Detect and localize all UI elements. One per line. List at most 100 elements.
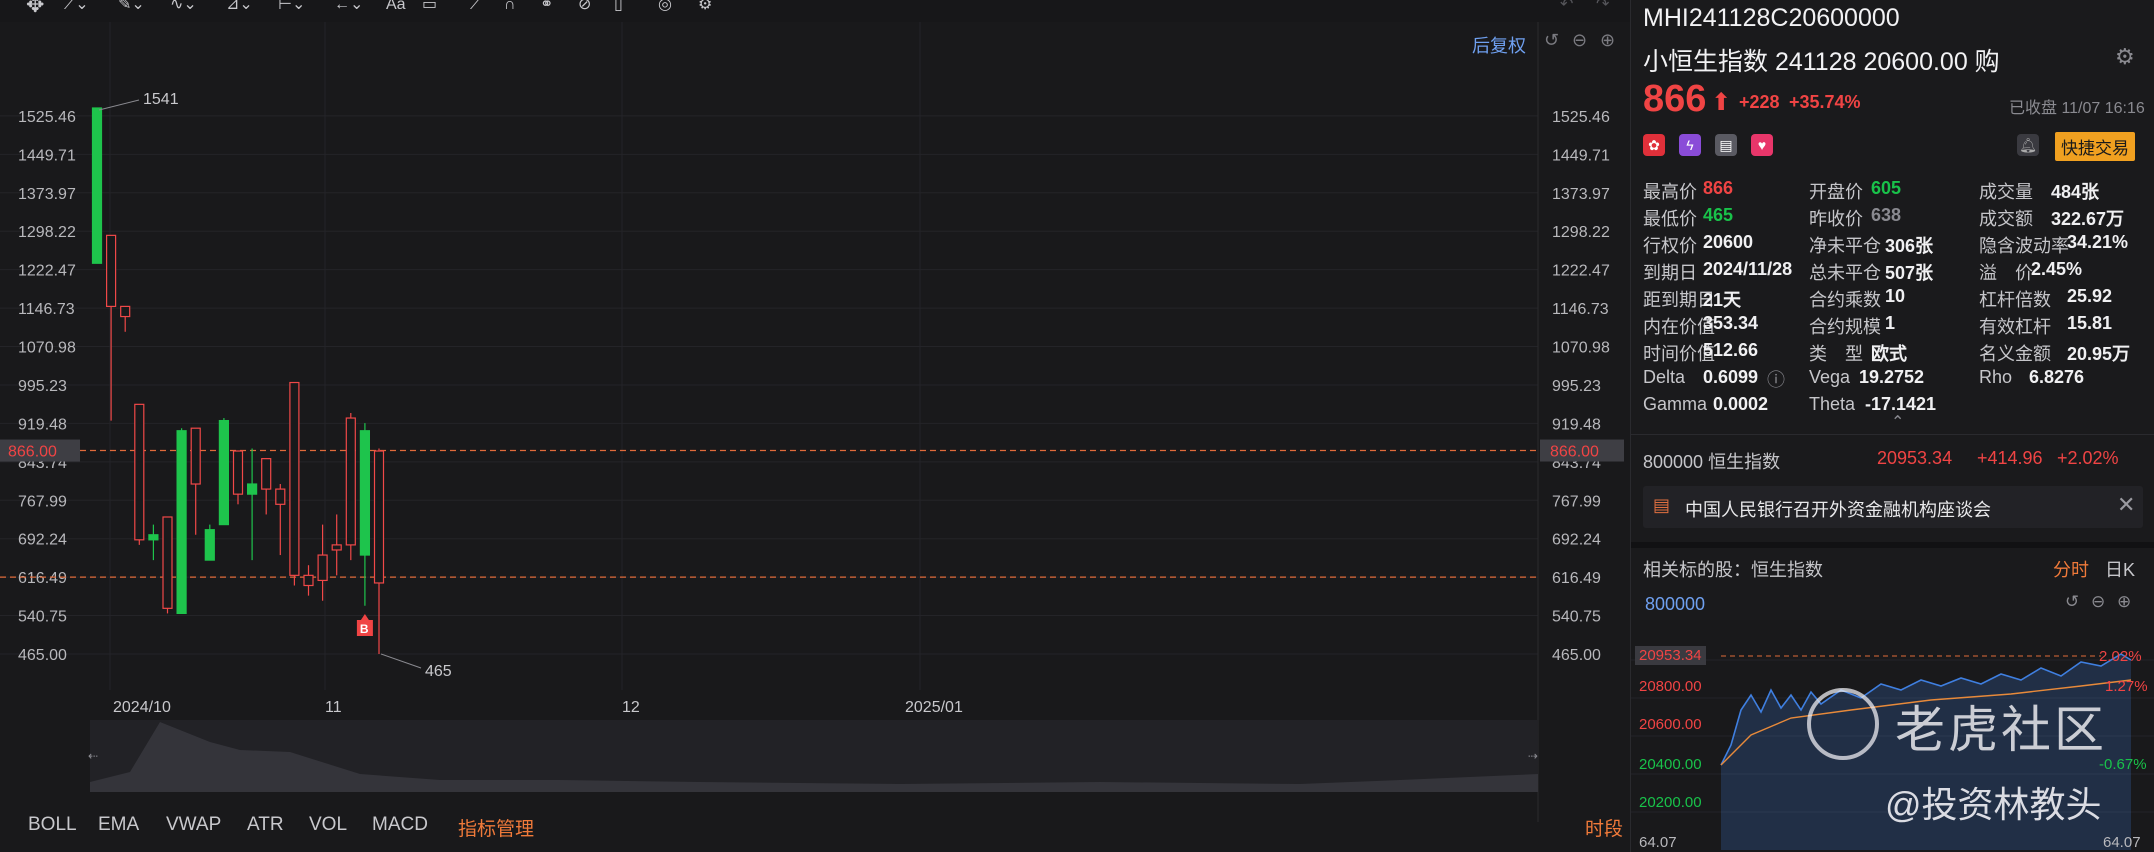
candle-body[interactable] [345, 417, 356, 546]
navigator-right-handle[interactable]: ⇢ [1528, 749, 1538, 763]
field-label: 最低价 [1643, 209, 1697, 229]
candle-body[interactable] [218, 419, 229, 526]
candle-body[interactable] [317, 554, 328, 582]
text-tool-icon[interactable]: Aa [386, 0, 406, 16]
zoom-out-icon[interactable]: ⊖ [1572, 30, 1587, 51]
favorite-heart-icon[interactable]: ♥ [1751, 134, 1773, 156]
line-tool-icon[interactable]: ⟋⌄ [64, 0, 89, 16]
settings-icon[interactable]: ⚙ [698, 0, 712, 16]
chart-canvas[interactable]: 1525.46 1525.46 1449.71 1449.71 1373.97 1373.… [0, 22, 1630, 852]
candle-body[interactable] [120, 305, 131, 318]
high-annotation: 1541 [143, 91, 179, 108]
market-status: 已收盘 11/07 16:16 [2009, 100, 2145, 117]
field-value: 2.45% [2031, 259, 2083, 279]
candle-body[interactable] [204, 529, 215, 561]
info-icon[interactable]: ⓘ [1767, 366, 1785, 392]
candle-body[interactable] [190, 427, 201, 485]
period-button[interactable]: 时段 [1585, 814, 1623, 841]
price-tick-left: 1373.97 [18, 186, 76, 203]
pen-tool-icon[interactable]: ✎⌄ [118, 0, 145, 16]
related-label-text: 相关标的股： [1643, 560, 1751, 580]
zoom-in-icon[interactable]: ⊕ [1600, 30, 1615, 51]
candle-body[interactable] [232, 450, 244, 495]
mini-tick-left-0: 20800.00 [1639, 678, 1702, 695]
document-icon: ▤ [1715, 134, 1737, 156]
link-icon[interactable]: ⚭ [540, 0, 553, 16]
candle-body[interactable] [247, 483, 258, 495]
field-label: Gamma [1643, 394, 1708, 414]
news-banner[interactable]: ▤ 中国人民银行召开外资金融机构座谈会 ✕ [1643, 486, 2143, 528]
close-icon[interactable]: ✕ [2117, 492, 2135, 518]
trash-icon[interactable]: ▯ [614, 0, 623, 16]
field-value: 322.67万 [2051, 209, 2125, 229]
candle-body[interactable] [331, 544, 342, 551]
collapse-icon[interactable]: ⌃ [1891, 412, 1904, 432]
candle-body[interactable] [303, 574, 314, 587]
field-label: Vega [1809, 367, 1851, 387]
candle-body[interactable] [275, 488, 286, 505]
indicator-tab-macd[interactable]: MACD [372, 814, 428, 836]
layers-icon[interactable]: ◎ [658, 0, 672, 16]
price-tick-right: 465.00 [1552, 647, 1601, 664]
tab-minute[interactable]: 分时 [2053, 556, 2089, 582]
indicator-tab-vol[interactable]: VOL [309, 814, 347, 836]
field-value: 1 [1885, 313, 1896, 333]
candle-body[interactable] [105, 234, 117, 308]
alert-bell-icon[interactable]: 🔔︎ [2017, 134, 2039, 156]
settings-icon[interactable]: ⚙ [2115, 44, 2135, 70]
range-tool-icon[interactable]: ⊢⌄ [278, 0, 305, 16]
underlying-name: 恒生指数 [1708, 452, 1781, 472]
field-value: 0.6099 [1703, 367, 1759, 387]
candlestick-chart[interactable]: 1525.46 1525.46 1449.71 1449.71 1373.97 1373.… [0, 22, 1630, 852]
date-label: 11 [325, 699, 342, 716]
field-value: 605 [1871, 178, 1902, 198]
price-tick-right: 919.48 [1552, 416, 1601, 433]
field-value: 866 [1703, 178, 1734, 198]
field-label: 行权价 [1643, 236, 1697, 256]
reset-zoom-icon[interactable]: ↺ [2065, 592, 2079, 612]
ruler-icon[interactable]: ⟋ [470, 0, 481, 16]
underlying-code: 800000 [1643, 452, 1704, 472]
underlying-row[interactable]: 800000 恒生指数 [1643, 448, 1780, 474]
indicator-tab-boll[interactable]: BOLL [28, 814, 77, 836]
candle-body[interactable] [261, 458, 272, 490]
candle-body[interactable] [134, 403, 145, 541]
reset-zoom-icon[interactable]: ↺ [1544, 30, 1559, 51]
field-value: 638 [1871, 205, 1902, 225]
price-tick-left: 995.23 [18, 378, 67, 395]
candle-body[interactable] [148, 534, 159, 541]
zoom-in-icon[interactable]: ⊕ [2117, 592, 2131, 612]
candle-body[interactable] [162, 516, 173, 609]
adjust-type-button[interactable]: 后复权 [1472, 32, 1526, 58]
measure-tool-icon[interactable]: ⊿⌄ [226, 0, 253, 16]
mini-tick-right-1: 1.27% [2105, 678, 2148, 695]
undo-icon[interactable]: ↶ [1560, 0, 1573, 16]
zoom-out-icon[interactable]: ⊖ [2091, 592, 2105, 612]
price-tick-right: 540.75 [1552, 609, 1601, 626]
indicator-tab-ema[interactable]: EMA [98, 814, 139, 836]
divider [1631, 434, 2154, 435]
price-tick-left: 692.24 [18, 532, 67, 549]
hide-icon[interactable]: ⊘ [578, 0, 591, 16]
magnet-icon[interactable]: ∩ [504, 0, 516, 16]
indicator-tab-atr[interactable]: ATR [247, 814, 284, 836]
date-label: 2025/01 [905, 699, 963, 716]
candle-body[interactable] [289, 381, 300, 576]
redo-icon[interactable]: ↷ [1596, 0, 1609, 16]
comment-tool-icon[interactable]: ▭ [422, 0, 437, 16]
quick-trade-button[interactable]: 快捷交易 [2055, 132, 2135, 161]
candle-body[interactable] [373, 450, 385, 584]
field-label: 杠杆倍数 [1979, 290, 2051, 310]
tab-daily[interactable]: 日K [2105, 556, 2135, 582]
indicator-tab-vwap[interactable]: VWAP [166, 814, 221, 836]
related-name[interactable]: 恒生指数 [1751, 560, 1823, 580]
candle-body[interactable] [359, 430, 370, 556]
indicator-manage-button[interactable]: 指标管理 [458, 814, 534, 841]
navigator-left-handle[interactable]: ⇠ [88, 749, 98, 763]
move-icon[interactable]: ✥ [26, 0, 44, 16]
candle-body[interactable] [176, 430, 187, 615]
arrow-tool-icon[interactable]: ←⌄ [334, 0, 363, 16]
price-tick-right: 1070.98 [1552, 340, 1610, 357]
candle-body[interactable] [91, 107, 103, 264]
wave-tool-icon[interactable]: ∿⌄ [170, 0, 197, 16]
